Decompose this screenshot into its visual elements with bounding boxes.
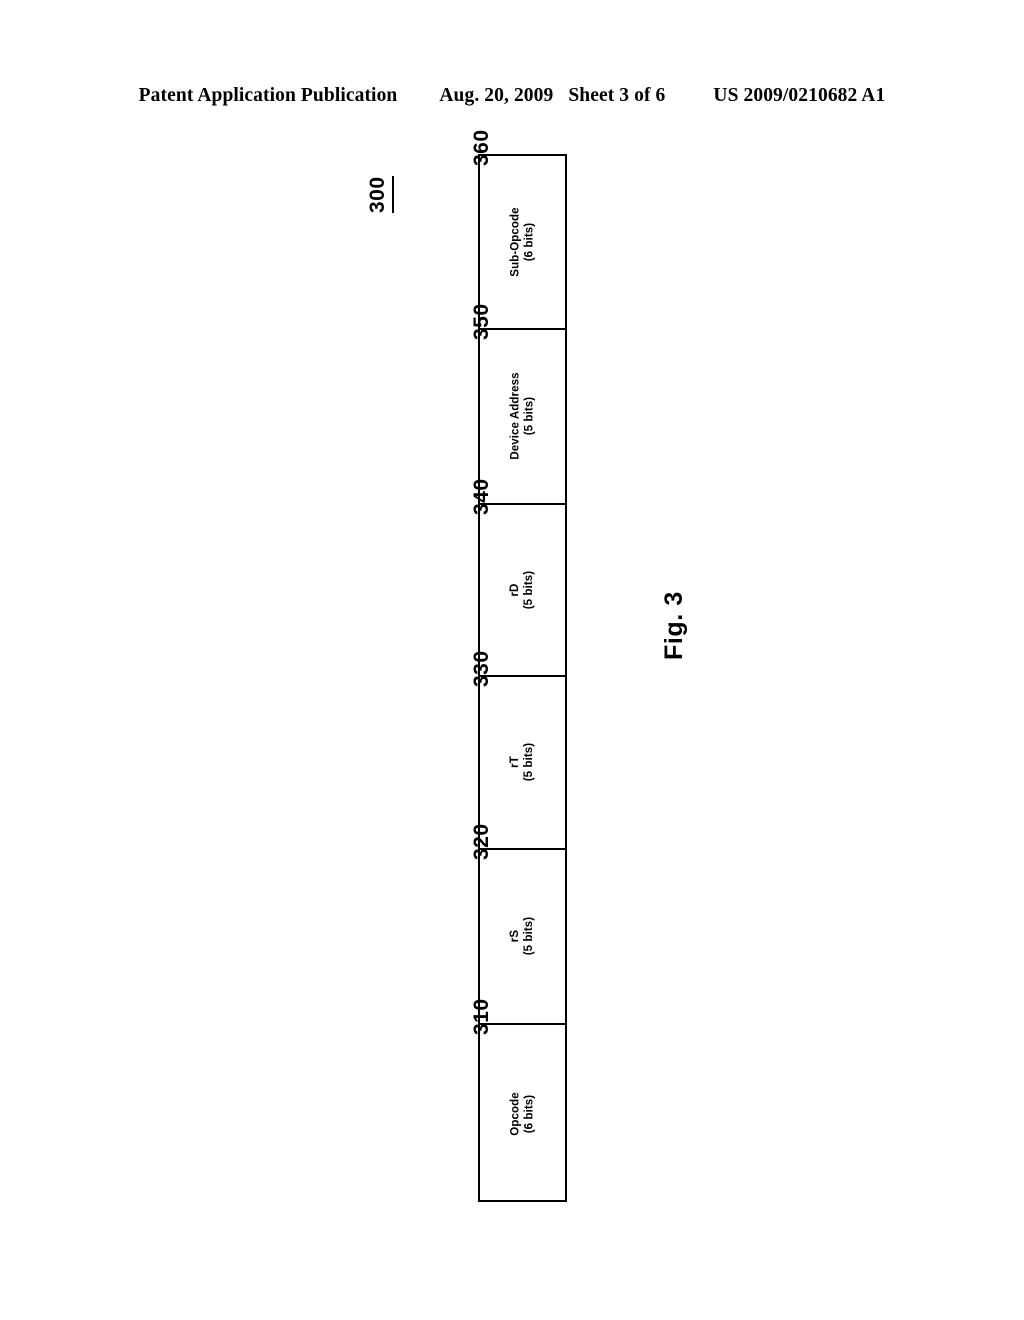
instruction-field-label: rT (5 bits): [508, 743, 536, 782]
reference-numeral-350: 350: [470, 303, 493, 340]
instruction-field-bitwidth: (6 bits): [523, 1095, 536, 1134]
instruction-field-310: Opcode (6 bits): [480, 1025, 565, 1204]
instruction-field-bitwidth: (5 bits): [523, 917, 536, 956]
instruction-field-label: Sub-Opcode (6 bits): [508, 207, 536, 276]
instruction-field-name: rT: [509, 756, 522, 769]
instruction-field-name: rD: [509, 583, 522, 597]
instruction-field-label: rD (5 bits): [508, 571, 536, 610]
instruction-field-name: Opcode: [509, 1092, 522, 1137]
instruction-field-bitwidth: (6 bits): [523, 222, 536, 262]
instruction-field-bitwidth: (5 bits): [523, 743, 536, 782]
reference-numeral-310: 310: [470, 998, 493, 1035]
figure-caption: Fig. 3: [660, 591, 688, 660]
instruction-field-label: Opcode (6 bits): [508, 1093, 536, 1136]
patent-figure-3: 300 Sub-Opcode (6 bits) Device Address (5 b…: [0, 0, 1024, 1320]
instruction-field-bitwidth: (5 bits): [523, 397, 536, 436]
instruction-field-label: rS (5 bits): [508, 917, 536, 956]
reference-numeral-330: 330: [470, 650, 493, 687]
instruction-field-name: rS: [509, 930, 522, 943]
reference-numeral-340: 340: [470, 478, 493, 515]
assembly-reference-numeral-300: 300: [366, 176, 394, 213]
instruction-field-label: Device Address (5 bits): [508, 373, 536, 460]
reference-numeral-320: 320: [470, 823, 493, 860]
instruction-field-bitwidth: (5 bits): [523, 570, 536, 610]
instruction-field-name: Device Address: [509, 372, 522, 461]
instruction-field-name: Sub-Opcode: [509, 207, 522, 277]
reference-numeral-360: 360: [470, 129, 493, 166]
